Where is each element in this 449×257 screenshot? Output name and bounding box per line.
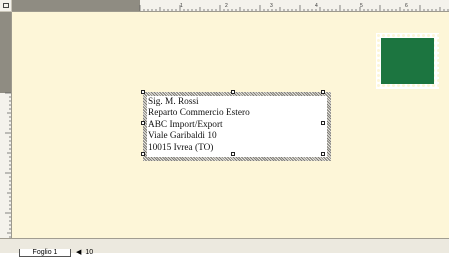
- sheet-tab[interactable]: Foglio 1: [19, 249, 71, 257]
- resize-handle-right[interactable]: [321, 121, 325, 125]
- zoom-control[interactable]: ◀ 10: [76, 248, 93, 256]
- status-bar: Foglio 1 ◀ 10: [0, 238, 449, 257]
- zoom-left-arrow-icon[interactable]: ◀: [76, 248, 81, 256]
- ruler-number: 5: [360, 3, 363, 9]
- stamp-face: [381, 38, 434, 84]
- resize-handle-top-left[interactable]: [141, 90, 145, 94]
- resize-handle-top-right[interactable]: [321, 90, 325, 94]
- address-text-box[interactable]: Sig. M. Rossi Reparto Commercio Estero A…: [143, 92, 331, 161]
- horizontal-ruler-ticks: 1234567: [139, 3, 449, 11]
- resize-handle-top[interactable]: [231, 90, 235, 94]
- ruler-number: 4: [315, 3, 318, 9]
- resize-handle-left[interactable]: [141, 121, 145, 125]
- address-line: Viale Garibaldi 10: [148, 131, 217, 142]
- ruler-number: 6: [405, 3, 408, 9]
- horizontal-ruler[interactable]: 1234567: [12, 0, 449, 12]
- ruler-number: 1: [180, 3, 183, 9]
- ruler-corner[interactable]: [0, 0, 12, 12]
- vertical-ruler-ticks: [5, 92, 11, 242]
- resize-handle-bottom[interactable]: [231, 152, 235, 156]
- envelope-page: Sig. M. Rossi Reparto Commercio Estero A…: [12, 12, 449, 238]
- address-line: ABC Import/Export: [148, 119, 223, 130]
- postage-stamp[interactable]: [376, 33, 439, 89]
- ruler-origin-icon: [3, 3, 9, 8]
- ruler-number: 2: [225, 3, 228, 9]
- ruler-number: 3: [270, 3, 273, 9]
- address-line: Sig. M. Rossi: [148, 97, 199, 107]
- address-lines[interactable]: Sig. M. Rossi Reparto Commercio Estero A…: [148, 97, 250, 154]
- address-line: Reparto Commercio Estero: [148, 108, 250, 119]
- resize-handle-bottom-right[interactable]: [321, 152, 325, 156]
- resize-handle-bottom-left[interactable]: [141, 152, 145, 156]
- vertical-ruler[interactable]: [0, 12, 12, 244]
